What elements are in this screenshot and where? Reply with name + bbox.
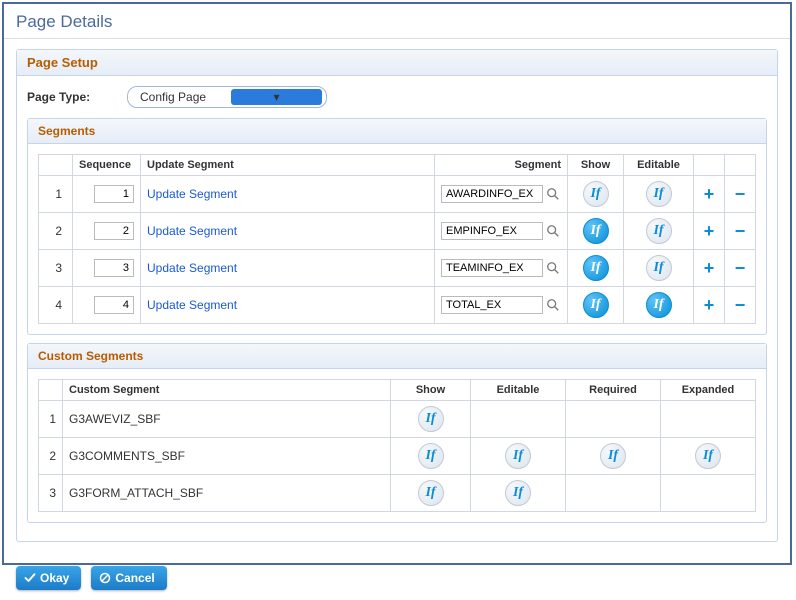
col-update: Update Segment [141,155,435,176]
segments-table: Sequence Update Segment Segment Show Edi… [38,154,756,324]
if-toggle[interactable]: If [583,181,609,207]
table-row: 2 Update Segment If If +− [39,213,756,250]
cancel-button[interactable]: Cancel [91,566,166,590]
add-row-button[interactable]: + [700,295,718,316]
col-cust-show: Show [391,380,471,401]
row-index: 1 [39,401,63,438]
table-row: 1 Update Segment If If +− [39,176,756,213]
sequence-input[interactable] [94,185,134,203]
custom-segment-name: G3COMMENTS_SBF [63,438,391,475]
if-toggle[interactable]: If [418,480,444,506]
row-index: 2 [39,213,73,250]
segment-input[interactable] [441,222,543,240]
footer-buttons: Okay Cancel [4,562,790,600]
col-show: Show [568,155,624,176]
col-editable: Editable [624,155,694,176]
remove-row-button[interactable]: − [731,258,749,279]
col-cust-expanded: Expanded [661,380,756,401]
segment-input[interactable] [441,296,543,314]
page-setup-section: Page Setup Page Type: Config Page ▾ Segm… [16,49,778,542]
table-row: 4 Update Segment If If +− [39,287,756,324]
col-cust-required: Required [566,380,661,401]
if-toggle[interactable]: If [646,218,672,244]
page-setup-heading: Page Setup [17,50,777,76]
okay-button[interactable]: Okay [16,566,81,590]
add-row-button[interactable]: + [700,184,718,205]
lookup-icon[interactable] [545,297,561,313]
add-row-button[interactable]: + [700,221,718,242]
col-segment: Segment [435,155,568,176]
custom-segments-table: Custom Segment Show Editable Required Ex… [38,379,756,512]
col-cust-editable: Editable [471,380,566,401]
custom-segments-heading: Custom Segments [28,344,766,369]
update-segment-link[interactable]: Update Segment [147,261,237,275]
if-toggle[interactable]: If [505,443,531,469]
remove-row-button[interactable]: − [731,184,749,205]
page-title: Page Details [4,4,790,39]
lookup-icon[interactable] [545,260,561,276]
if-toggle[interactable]: If [600,443,626,469]
segments-section: Segments Sequence Update Segment Segment… [27,118,767,335]
update-segment-link[interactable]: Update Segment [147,187,237,201]
segments-heading: Segments [28,119,766,144]
if-toggle[interactable]: If [583,292,609,318]
segment-input[interactable] [441,185,543,203]
page-details-panel: Page Details Page Setup Page Type: Confi… [2,2,792,565]
row-index: 3 [39,250,73,287]
row-index: 4 [39,287,73,324]
update-segment-link[interactable]: Update Segment [147,224,237,238]
lookup-icon[interactable] [545,186,561,202]
table-row: 1G3AWEVIZ_SBF If [39,401,756,438]
remove-row-button[interactable]: − [731,221,749,242]
if-toggle[interactable]: If [646,255,672,281]
if-toggle[interactable]: If [695,443,721,469]
custom-segments-section: Custom Segments Custom Segment Show Edit… [27,343,767,523]
row-index: 3 [39,475,63,512]
custom-segment-name: G3AWEVIZ_SBF [63,401,391,438]
row-index: 2 [39,438,63,475]
table-row: 3 Update Segment If If +− [39,250,756,287]
if-toggle[interactable]: If [418,443,444,469]
dropdown-icon: ▾ [231,89,322,105]
add-row-button[interactable]: + [700,258,718,279]
if-toggle[interactable]: If [646,181,672,207]
col-custom-segment: Custom Segment [63,380,391,401]
if-toggle[interactable]: If [505,480,531,506]
if-toggle[interactable]: If [418,406,444,432]
sequence-input[interactable] [94,296,134,314]
custom-segment-name: G3FORM_ATTACH_SBF [63,475,391,512]
col-sequence: Sequence [73,155,141,176]
if-toggle[interactable]: If [583,255,609,281]
if-toggle[interactable]: If [583,218,609,244]
table-row: 3G3FORM_ATTACH_SBF If If [39,475,756,512]
sequence-input[interactable] [94,222,134,240]
segment-input[interactable] [441,259,543,277]
table-row: 2G3COMMENTS_SBF If If If If [39,438,756,475]
page-type-value: Config Page [140,90,231,104]
sequence-input[interactable] [94,259,134,277]
cancel-icon [99,572,111,584]
remove-row-button[interactable]: − [731,295,749,316]
if-toggle[interactable]: If [646,292,672,318]
check-icon [24,572,36,584]
lookup-icon[interactable] [545,223,561,239]
page-type-label: Page Type: [27,90,97,104]
row-index: 1 [39,176,73,213]
update-segment-link[interactable]: Update Segment [147,298,237,312]
page-type-select[interactable]: Config Page ▾ [127,86,327,108]
